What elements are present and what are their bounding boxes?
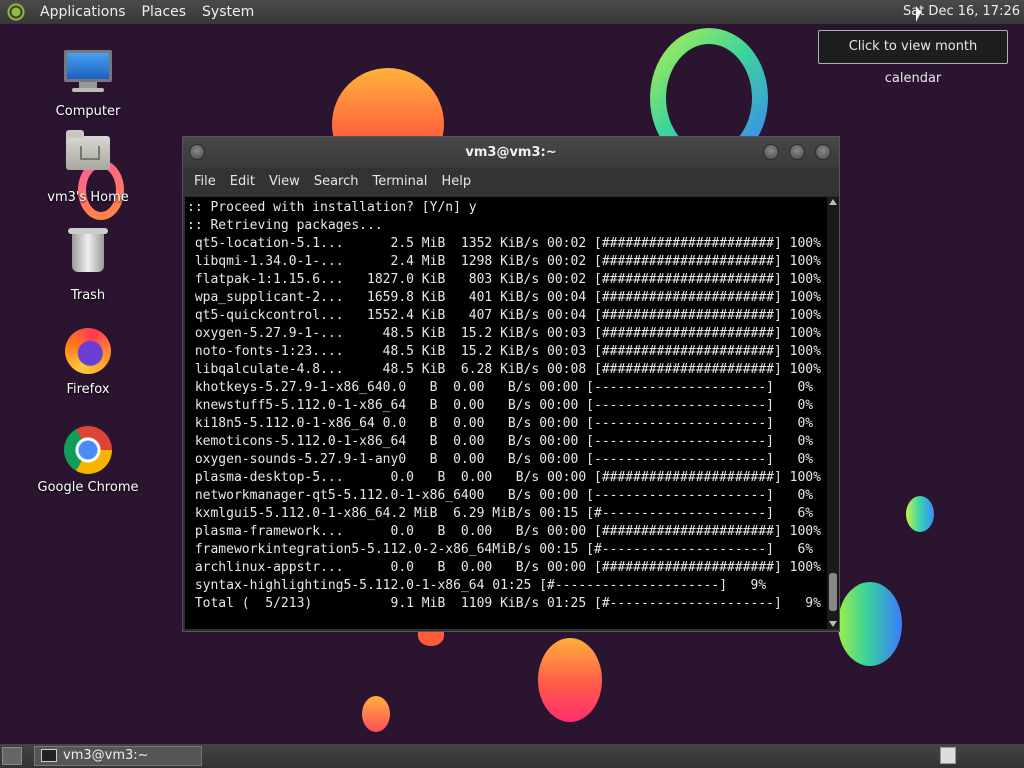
terminal-text: :: Proceed with installation? [Y/n] y ::…	[185, 197, 827, 613]
wallpaper-green-egg	[838, 582, 902, 666]
show-desktop-icon[interactable]	[2, 747, 22, 765]
trash-icon	[63, 228, 113, 284]
terminal-line: :: Retrieving packages...	[187, 218, 383, 233]
terminal-icon	[41, 749, 57, 762]
terminal-line: plasma-desktop-5... 0.0 B 0.00 B/s 00:00…	[194, 470, 821, 485]
terminal-line: archlinux-appstr... 0.0 B 0.00 B/s 00:00…	[194, 560, 821, 575]
desktop-icon-firefox[interactable]: Firefox	[18, 326, 158, 397]
terminal-line: qt5-location-5.1... 2.5 MiB 1352 KiB/s 0…	[194, 236, 821, 251]
terminal-line: frameworkintegration5-5.112.0-2-x86_64Mi…	[194, 542, 814, 557]
desktop-icon-label: vm3's Home	[47, 190, 129, 205]
terminal-line: oxygen-sounds-5.27.9-1-any0 B 0.00 B/s 0…	[194, 452, 814, 467]
home-folder-icon	[63, 130, 113, 186]
menu-edit[interactable]: Edit	[223, 168, 262, 196]
terminal-line: flatpak-1:1.15.6... 1827.0 KiB 803 KiB/s…	[194, 272, 821, 287]
wallpaper-small-orange-egg	[362, 696, 390, 732]
menu-terminal[interactable]: Terminal	[365, 168, 434, 196]
workspace-switcher[interactable]	[940, 747, 956, 764]
terminal-line: wpa_supplicant-2... 1659.8 KiB 401 KiB/s…	[194, 290, 821, 305]
computer-icon	[63, 50, 113, 100]
terminal-line: kemoticons-5.112.0-1-x86_64 B 0.00 B/s 0…	[194, 434, 814, 449]
terminal-line: :: Proceed with installation? [Y/n] y	[187, 200, 477, 215]
menu-applications[interactable]: Applications	[32, 0, 134, 24]
desktop-icon-label: Trash	[70, 288, 106, 303]
desktop-icon-home[interactable]: vm3's Home	[18, 126, 158, 205]
window-title-bar[interactable]: vm3@vm3:~	[183, 137, 839, 168]
desktop-icon-label: Computer	[55, 104, 121, 119]
scroll-down-arrow-icon[interactable]	[829, 621, 837, 627]
menu-file[interactable]: File	[187, 168, 223, 196]
terminal-line: knewstuff5-5.112.0-1-x86_64 B 0.00 B/s 0…	[194, 398, 814, 413]
taskbar-window-button[interactable]: vm3@vm3:~	[34, 746, 202, 766]
top-panel: Applications Places System Sat Dec 16, 1…	[0, 0, 1024, 24]
terminal-line: libqmi-1.34.0-1-... 2.4 MiB 1298 KiB/s 0…	[194, 254, 821, 269]
firefox-icon	[63, 328, 113, 378]
terminal-line: Total ( 5/213) 9.1 MiB 1109 KiB/s 01:25 …	[194, 596, 821, 611]
terminal-line: oxygen-5.27.9-1-... 48.5 KiB 15.2 KiB/s …	[194, 326, 821, 341]
wallpaper-orange-egg	[538, 638, 602, 722]
terminal-line: networkmanager-qt5-5.112.0-1-x86_6400 B/…	[194, 488, 814, 503]
minimize-button[interactable]	[763, 144, 779, 160]
wallpaper-small-green-egg	[906, 496, 934, 532]
scroll-up-arrow-icon[interactable]	[829, 199, 837, 205]
maximize-button[interactable]	[789, 144, 805, 160]
close-button[interactable]	[815, 144, 831, 160]
desktop-icon-label: Google Chrome	[37, 480, 139, 495]
mouse-cursor-icon	[916, 6, 921, 22]
menu-help[interactable]: Help	[434, 168, 478, 196]
scroll-thumb[interactable]	[829, 573, 837, 611]
terminal-line: kxmlgui5-5.112.0-1-x86_64.2 MiB 6.29 MiB…	[194, 506, 814, 521]
terminal-line: qt5-quickcontrol... 1552.4 KiB 407 KiB/s…	[194, 308, 821, 323]
terminal-line: ki18n5-5.112.0-1-x86_64 0.0 B 0.00 B/s 0…	[194, 416, 814, 431]
terminal-line: noto-fonts-1:23.... 48.5 KiB 15.2 KiB/s …	[194, 344, 821, 359]
bottom-panel: vm3@vm3:~	[0, 744, 1024, 768]
terminal-line: plasma-framework... 0.0 B 0.00 B/s 00:00…	[194, 524, 821, 539]
desktop-icon-trash[interactable]: Trash	[18, 226, 158, 303]
distro-logo-icon[interactable]	[6, 2, 26, 22]
menu-search[interactable]: Search	[307, 168, 366, 196]
terminal-scrollbar[interactable]	[827, 197, 839, 629]
window-title: vm3@vm3:~	[465, 145, 557, 160]
menu-system[interactable]: System	[194, 0, 262, 24]
clock-tooltip: Click to view month calendar	[818, 30, 1008, 86]
desktop-icon-chrome[interactable]: Google Chrome	[18, 426, 158, 495]
terminal-window[interactable]: vm3@vm3:~ File Edit View Search Terminal…	[182, 136, 840, 632]
terminal-line: khotkeys-5.27.9-1-x86_640.0 B 0.00 B/s 0…	[194, 380, 814, 395]
menu-places[interactable]: Places	[134, 0, 195, 24]
taskbar-window-label: vm3@vm3:~	[63, 748, 149, 763]
terminal-line: syntax-highlighting5-5.112.0-1-x86_64 01…	[194, 578, 767, 593]
menu-view[interactable]: View	[262, 168, 307, 196]
terminal-line: libqalculate-4.8... 48.5 KiB 6.28 KiB/s …	[194, 362, 821, 377]
desktop-icon-computer[interactable]: Computer	[18, 44, 158, 119]
chrome-icon	[63, 426, 113, 476]
desktop-icon-label: Firefox	[66, 382, 110, 397]
terminal-output[interactable]: :: Proceed with installation? [Y/n] y ::…	[185, 197, 827, 629]
terminal-menu-bar: File Edit View Search Terminal Help	[183, 168, 839, 196]
window-menu-button[interactable]	[189, 144, 205, 160]
